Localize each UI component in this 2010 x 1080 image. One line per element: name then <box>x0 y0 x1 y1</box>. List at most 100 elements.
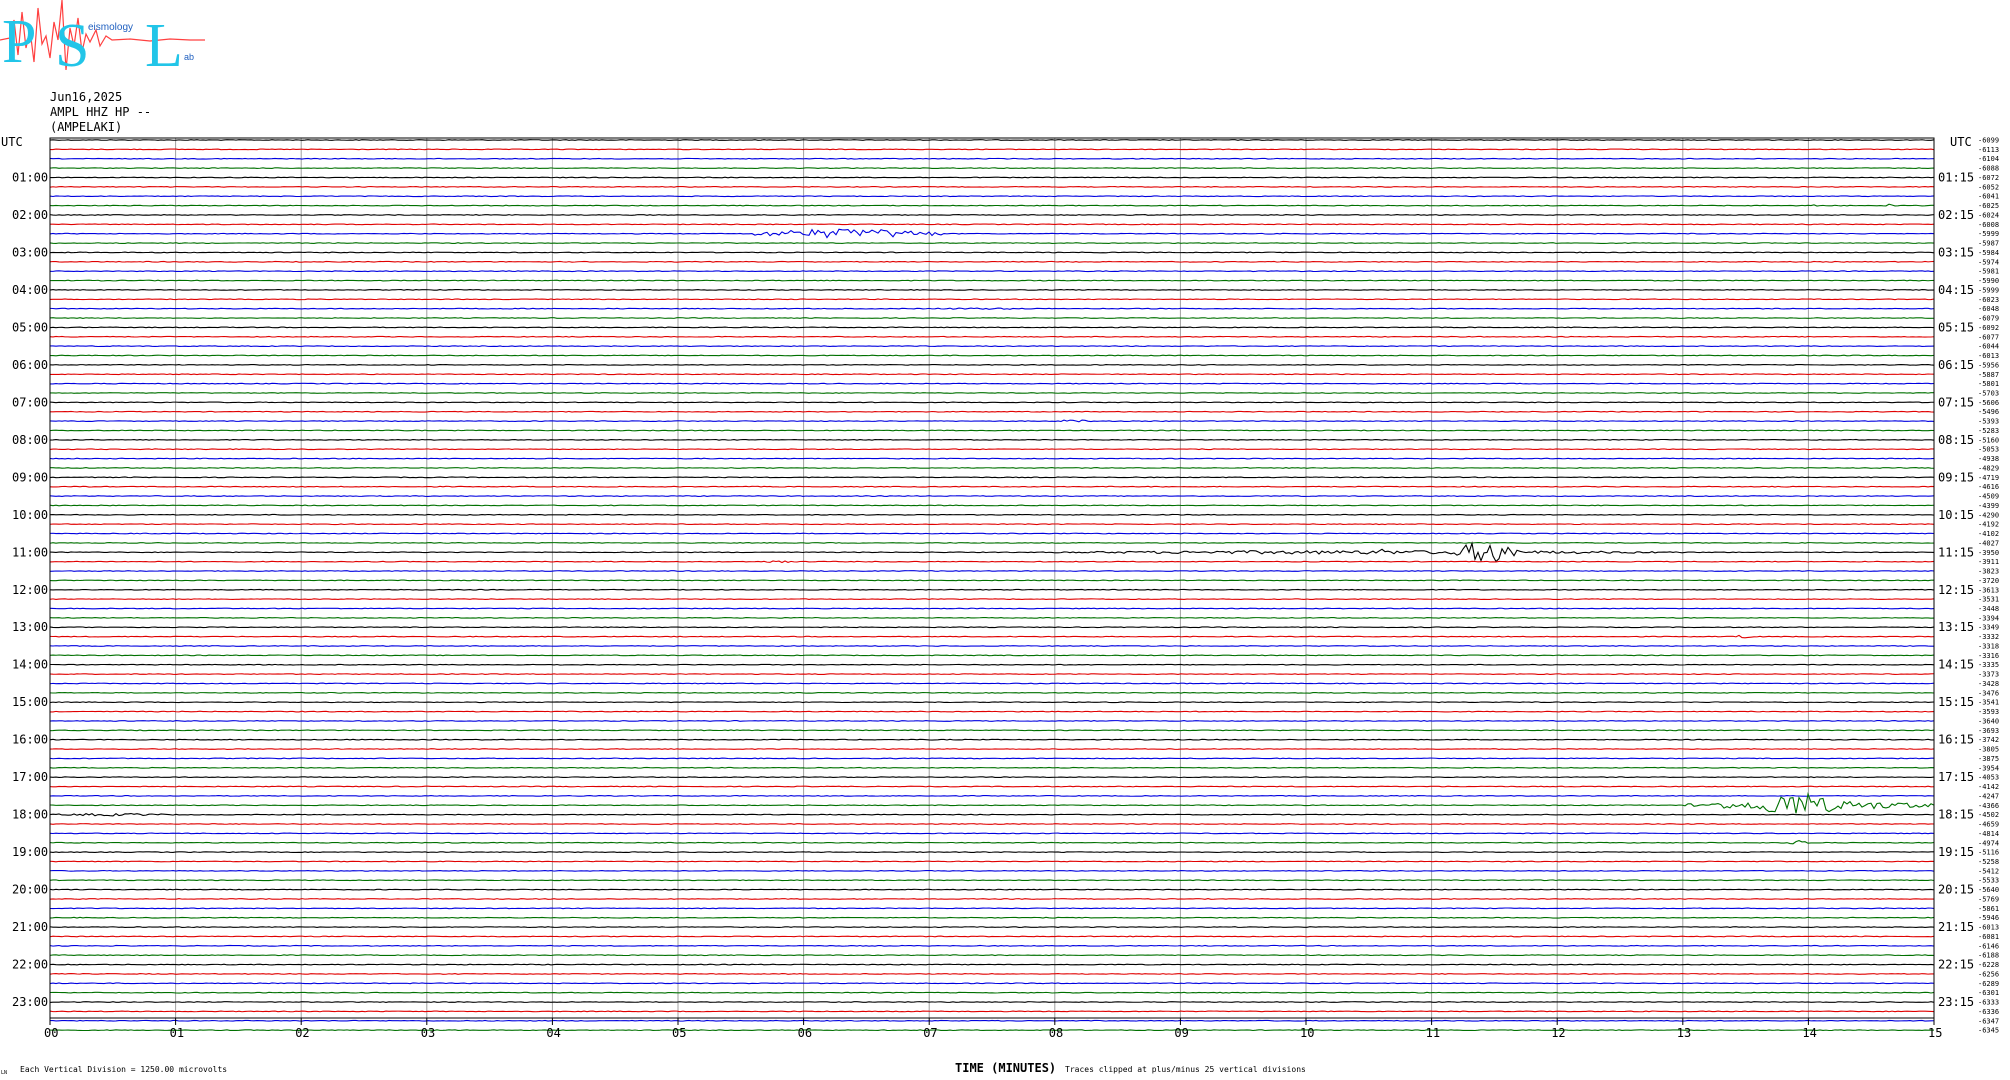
trace-row-2 <box>49 157 1935 160</box>
helicorder-plot: 00 01 02 03 04 05 06 07 08 09 10 11 12 13 14 15 01:00 02… <box>1 135 1999 1076</box>
x-tick-label-04: 04 <box>546 1026 560 1040</box>
hour-label-left: 05:00 <box>12 320 48 334</box>
offset-label: -3394 <box>1978 614 1999 622</box>
offset-label: -5990 <box>1978 277 1999 285</box>
offset-label: -4509 <box>1978 493 1999 501</box>
x-tick-label-11: 11 <box>1426 1026 1440 1040</box>
left-axis-title: UTC <box>1 135 23 149</box>
trace-row-89 <box>49 973 1935 975</box>
offset-label: -6077 <box>1978 333 1999 341</box>
hour-label-right: 06:15 <box>1938 358 1974 372</box>
trace-row-52 <box>49 626 1935 629</box>
hour-label-left: 22:00 <box>12 958 48 972</box>
offset-label: -5981 <box>1978 268 1999 276</box>
x-tick-label-12: 12 <box>1551 1026 1565 1040</box>
trace-row-20 <box>49 326 1935 329</box>
x-tick-label-06: 06 <box>798 1026 812 1040</box>
x-tick-label-10: 10 <box>1300 1026 1314 1040</box>
trace-row-48 <box>49 588 1935 591</box>
trace-row-74 <box>49 832 1935 835</box>
offset-label: -3911 <box>1978 558 1999 566</box>
hour-label-left: 18:00 <box>12 808 48 822</box>
trace-row-72 <box>49 812 1935 817</box>
offset-label: -5283 <box>1978 427 1999 435</box>
trace-row-77 <box>49 860 1935 863</box>
offset-label: -6333 <box>1978 999 1999 1007</box>
offset-label: -6008 <box>1978 221 1999 229</box>
offset-label: -3720 <box>1978 577 1999 585</box>
offset-label: -3693 <box>1978 727 1999 735</box>
offset-label: -6146 <box>1978 942 1999 950</box>
trace-row-50 <box>49 607 1935 610</box>
right-hour-labels: 01:15 02:15 03:15 04:15 05:15 06:15 07:15 08:15… <box>1938 170 1974 1009</box>
offset-label: -3593 <box>1978 708 1999 716</box>
offset-label: -5258 <box>1978 858 1999 866</box>
offset-label: -5999 <box>1978 286 1999 294</box>
hour-label-left: 02:00 <box>12 208 48 222</box>
offset-label: -6301 <box>1978 989 1999 997</box>
offset-label: -6023 <box>1978 296 1999 304</box>
hour-label-left: 17:00 <box>12 770 48 784</box>
trace-row-78 <box>49 869 1935 872</box>
trace-row-44 <box>49 541 1935 563</box>
minute-gridlines <box>175 138 1809 1018</box>
hour-label-left: 04:00 <box>12 283 48 297</box>
trace-row-70 <box>49 794 1935 797</box>
trace-row-39 <box>49 504 1935 507</box>
trace-row-46 <box>49 570 1935 572</box>
offset-label: -6336 <box>1978 1008 1999 1016</box>
hour-label-right: 11:15 <box>1938 545 1974 559</box>
hour-label-right: 18:15 <box>1938 808 1974 822</box>
offset-label: -5887 <box>1978 371 1999 379</box>
trace-row-56 <box>49 663 1935 666</box>
trace-row-40 <box>49 513 1935 516</box>
offset-label: -3531 <box>1978 596 1999 604</box>
hour-label-left: 01:00 <box>12 170 48 184</box>
x-tick-label-15: 15 <box>1928 1026 1942 1040</box>
offset-label: -5801 <box>1978 380 1999 388</box>
offset-label: -3640 <box>1978 717 1999 725</box>
x-tick-label-03: 03 <box>421 1026 435 1040</box>
offset-label: -6289 <box>1978 980 1999 988</box>
trace-row-17 <box>49 298 1935 301</box>
offset-label: -4659 <box>1978 821 1999 829</box>
hour-label-left: 16:00 <box>12 733 48 747</box>
footer-clip-note: Traces clipped at plus/minus 25 vertical… <box>1065 1065 1306 1074</box>
offset-label: -6052 <box>1978 183 1999 191</box>
offset-label: -6081 <box>1978 933 1999 941</box>
trace-row-61 <box>50 710 1935 713</box>
trace-row-71 <box>49 791 1935 814</box>
trace-row-81 <box>49 898 1935 900</box>
trace-row-85 <box>49 935 1935 938</box>
offset-label: -6088 <box>1978 165 1999 173</box>
offset-label: -5769 <box>1978 895 1999 903</box>
offset-label: -6079 <box>1978 315 1999 323</box>
hour-label-right: 20:15 <box>1938 883 1974 897</box>
offset-label: -5160 <box>1978 436 1999 444</box>
trace-row-60 <box>49 701 1935 704</box>
offset-label: -6228 <box>1978 961 1999 969</box>
x-tick-label-09: 09 <box>1174 1026 1188 1040</box>
trace-row-84 <box>49 926 1935 928</box>
offset-label: -4719 <box>1978 474 1999 482</box>
trace-row-32 <box>49 438 1935 441</box>
offset-label: -5861 <box>1978 905 1999 913</box>
offset-label: -6113 <box>1978 146 1999 154</box>
x-tick-label-13: 13 <box>1677 1026 1691 1040</box>
trace-row-7 <box>49 203 1935 207</box>
offset-label: -4616 <box>1978 483 1999 491</box>
offset-label: -3875 <box>1978 755 1999 763</box>
trace-row-12 <box>49 251 1935 254</box>
trace-row-62 <box>49 720 1935 722</box>
offset-label: -4829 <box>1978 464 1999 472</box>
offset-label: -3541 <box>1978 699 1999 707</box>
trace-row-4 <box>49 176 1935 179</box>
x-tick-label-08: 08 <box>1049 1026 1063 1040</box>
trace-row-79 <box>49 879 1935 882</box>
hour-label-left: 07:00 <box>12 395 48 409</box>
offset-label: -5533 <box>1978 877 1999 885</box>
offset-label: -3335 <box>1978 661 1999 669</box>
offset-label: -6256 <box>1978 970 1999 978</box>
trace-row-49 <box>49 598 1935 601</box>
hour-label-right: 19:15 <box>1938 845 1974 859</box>
